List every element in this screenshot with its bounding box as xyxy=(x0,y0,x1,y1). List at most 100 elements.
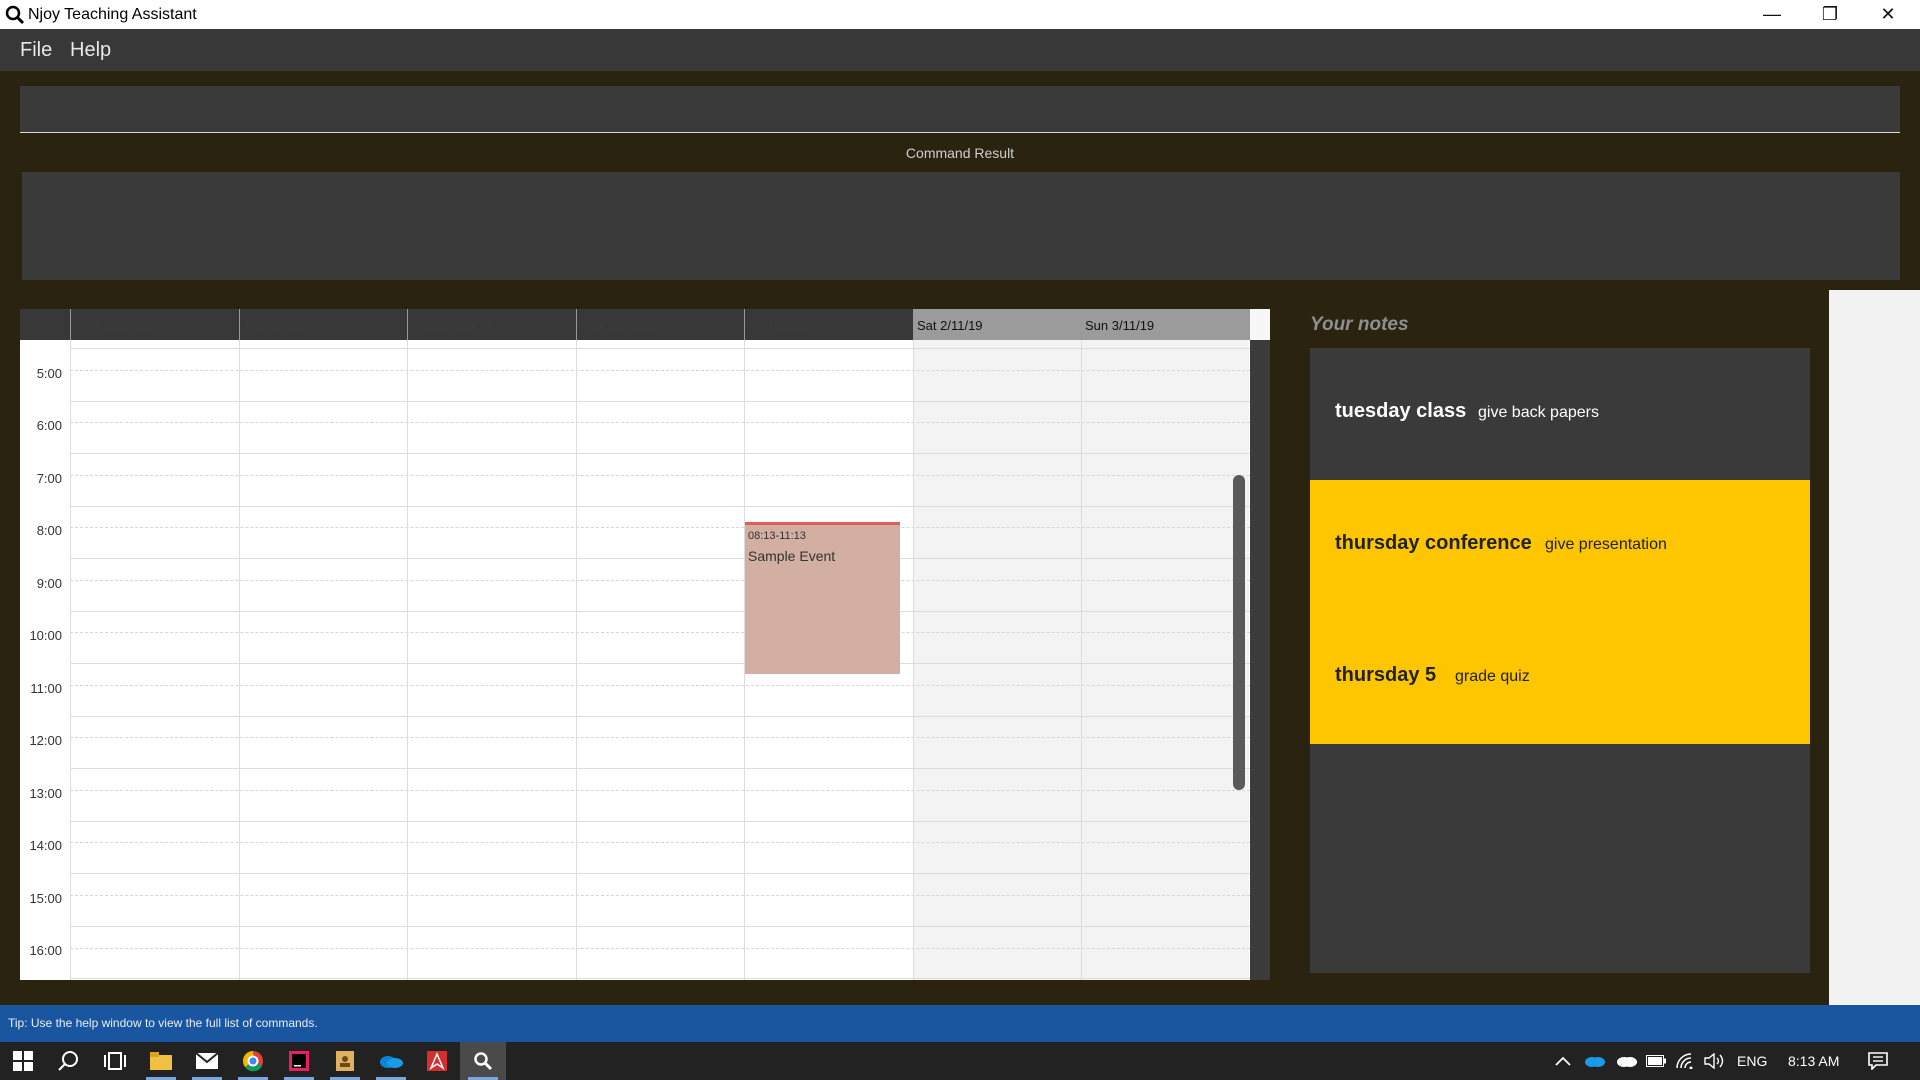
hour-line xyxy=(70,558,1250,559)
time-label: 12:00 xyxy=(29,733,62,748)
notifications-icon[interactable] xyxy=(1868,1042,1888,1080)
note-item[interactable]: thursday 5 grade quiz xyxy=(1310,612,1810,744)
onedrive-icon[interactable] xyxy=(368,1042,414,1080)
half-hour-line xyxy=(70,790,1250,791)
hour-line xyxy=(70,663,1250,664)
status-bar: Tip: Use the help window to view the ful… xyxy=(0,1005,1920,1042)
file-explorer-icon[interactable] xyxy=(138,1042,184,1080)
language-indicator[interactable]: ENG xyxy=(1737,1042,1767,1080)
hour-line xyxy=(70,401,1250,402)
day-divider xyxy=(913,340,914,980)
day-divider xyxy=(407,340,408,980)
note-content: grade quiz xyxy=(1455,668,1530,685)
day-divider xyxy=(1081,340,1082,980)
status-tip: Tip: Use the help window to view the ful… xyxy=(8,1016,318,1030)
command-input[interactable] xyxy=(20,86,1900,132)
njoy-app-icon[interactable] xyxy=(460,1042,506,1080)
calendar-scrollbar[interactable] xyxy=(1250,340,1270,980)
task-view-icon[interactable] xyxy=(92,1042,138,1080)
half-hour-line xyxy=(70,422,1250,423)
day-header-fri: Fri 1/11/19 xyxy=(744,309,913,340)
wifi-icon[interactable] xyxy=(1676,1042,1696,1080)
notes-list[interactable]: tuesday class give back papers thursday … xyxy=(1310,348,1810,973)
window-title: Njoy Teaching Assistant xyxy=(28,6,197,23)
weekend-column-sun xyxy=(1081,340,1249,980)
half-hour-line xyxy=(70,370,1250,371)
clock[interactable]: 8:13 AM xyxy=(1788,1042,1839,1080)
hour-line xyxy=(70,506,1250,507)
command-result-display xyxy=(22,172,1900,280)
calendar-grid[interactable]: 5:00 6:00 7:00 8:00 9:00 10:00 11:00 12:… xyxy=(20,340,1250,980)
day-divider xyxy=(239,340,240,980)
calendar-week-view: Mon 28/10/19 Tue 29/10/19 Wed 30/10/19 T… xyxy=(20,309,1270,980)
maximize-button[interactable]: ❐ xyxy=(1801,0,1859,29)
note-title: thursday 5 xyxy=(1335,664,1437,686)
search-icon[interactable] xyxy=(46,1042,92,1080)
time-label: 15:00 xyxy=(29,891,62,906)
half-hour-line xyxy=(70,737,1250,738)
note-content: give back papers xyxy=(1478,404,1599,421)
note-title: tuesday class xyxy=(1335,400,1467,422)
intellij-icon[interactable] xyxy=(276,1042,322,1080)
calendar-scroll-thumb[interactable] xyxy=(1233,475,1245,790)
half-hour-line xyxy=(70,842,1250,843)
half-hour-line xyxy=(70,685,1250,686)
half-hour-line xyxy=(70,527,1250,528)
day-header-sat: Sat 2/11/19 xyxy=(913,309,1081,340)
note-content: give presentation xyxy=(1545,536,1667,553)
time-label: 11:00 xyxy=(30,681,62,696)
command-result-label: Command Result xyxy=(905,145,1015,161)
mail-icon[interactable] xyxy=(184,1042,230,1080)
half-hour-line xyxy=(70,580,1250,581)
time-label: 6:00 xyxy=(36,418,62,433)
adobe-reader-icon[interactable] xyxy=(414,1042,460,1080)
hour-line xyxy=(70,611,1250,612)
title-bar: Njoy Teaching Assistant — ❐ ✕ xyxy=(0,0,1920,29)
windows-taskbar: ENG 8:13 AM xyxy=(0,1042,1920,1080)
time-label: 16:00 xyxy=(29,943,62,958)
time-label: 9:00 xyxy=(36,576,62,591)
day-header-thu: Thu 31/10/19 xyxy=(576,309,744,340)
minimize-button[interactable]: — xyxy=(1743,0,1801,29)
day-header-mon: Mon 28/10/19 xyxy=(70,309,239,340)
time-label: 14:00 xyxy=(29,838,62,853)
hour-line xyxy=(70,453,1250,454)
close-button[interactable]: ✕ xyxy=(1859,0,1917,29)
day-header-sun: Sun 3/11/19 xyxy=(1081,309,1250,340)
half-hour-line xyxy=(70,475,1250,476)
hour-line xyxy=(70,978,1250,979)
contacts-icon[interactable] xyxy=(322,1042,368,1080)
volume-icon[interactable] xyxy=(1704,1042,1726,1080)
cloud-icon[interactable] xyxy=(1616,1042,1638,1080)
time-label: 7:00 xyxy=(36,471,62,486)
time-label: 13:00 xyxy=(29,786,62,801)
day-divider xyxy=(70,340,71,980)
menu-bar: File Help xyxy=(0,29,1920,71)
menu-help[interactable]: Help xyxy=(70,36,111,64)
right-background-strip xyxy=(1829,290,1920,1005)
event-title: Sample Event xyxy=(748,548,836,564)
chrome-icon[interactable] xyxy=(230,1042,276,1080)
chevron-up-icon[interactable] xyxy=(1555,1042,1571,1080)
battery-icon[interactable] xyxy=(1646,1042,1666,1080)
time-label: 8:00 xyxy=(36,523,62,538)
app-magnifier-icon xyxy=(5,5,25,25)
event-time: 08:13-11:13 xyxy=(748,530,806,542)
menu-file[interactable]: File xyxy=(20,36,52,64)
hour-line xyxy=(70,873,1250,874)
time-label: 10:00 xyxy=(29,628,62,643)
onedrive-sync-icon[interactable] xyxy=(1584,1042,1606,1080)
day-divider xyxy=(576,340,577,980)
hour-line xyxy=(70,348,1250,349)
note-title: thursday conference xyxy=(1335,532,1532,554)
weekend-column-sat xyxy=(913,340,1081,980)
half-hour-line xyxy=(70,895,1250,896)
note-item[interactable]: thursday conference give presentation xyxy=(1310,480,1810,612)
note-item[interactable]: tuesday class give back papers xyxy=(1310,348,1810,480)
hour-line xyxy=(70,926,1250,927)
start-icon[interactable] xyxy=(0,1042,46,1080)
day-header-tue: Tue 29/10/19 xyxy=(239,309,407,340)
calendar-event[interactable]: 08:13-11:13 Sample Event xyxy=(745,522,900,674)
half-hour-line xyxy=(70,632,1250,633)
half-hour-line xyxy=(70,948,1250,949)
